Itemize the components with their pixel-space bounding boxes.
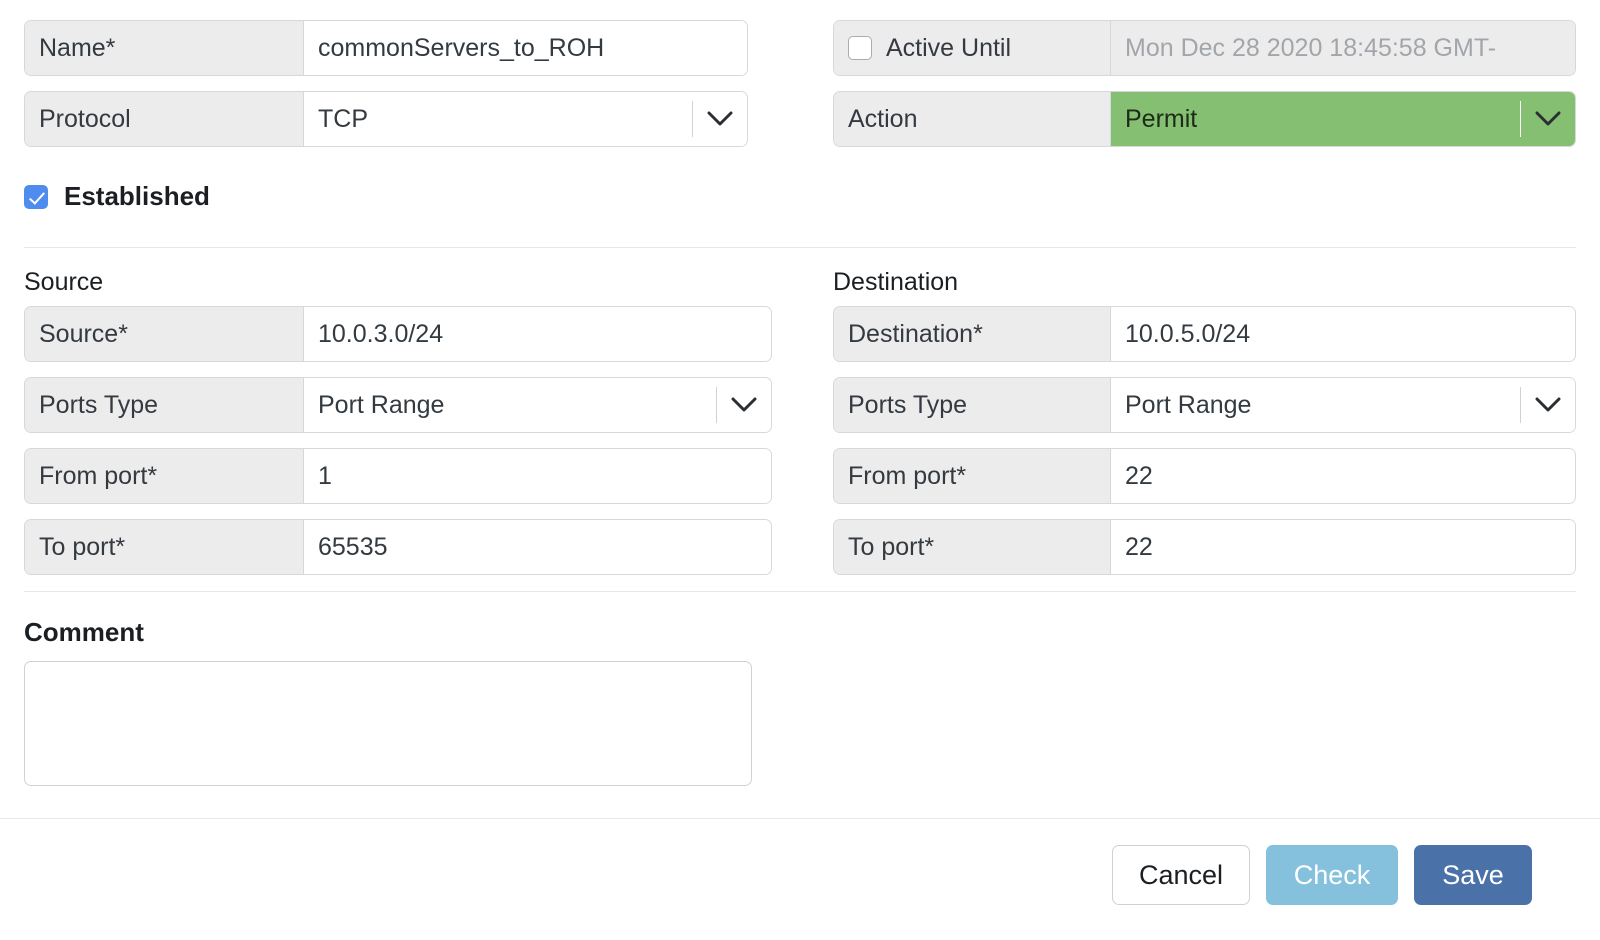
field-source-ports-type-select[interactable]: Port Range (304, 378, 771, 432)
section-divider-top (24, 247, 1576, 248)
field-established-label: Established (64, 181, 210, 212)
field-protocol-select[interactable]: TCP (304, 92, 747, 146)
destination-section-title: Destination (833, 268, 958, 297)
field-name-label: Name* (25, 21, 304, 75)
section-divider-middle (24, 591, 1576, 592)
source-fields: Source* 10.0.3.0/24 Ports Type Port Rang… (24, 306, 772, 590)
field-active-until-label-text: Active Until (886, 34, 1011, 63)
field-action-select[interactable]: Permit (1111, 92, 1575, 146)
field-source-from-port-label: From port* (25, 449, 304, 503)
field-protocol[interactable]: Protocol TCP (24, 91, 748, 147)
source-section-title: Source (24, 268, 103, 297)
field-source-address[interactable]: Source* 10.0.3.0/24 (24, 306, 772, 362)
comment-textarea[interactable] (24, 661, 752, 786)
field-source-to-port-input[interactable]: 65535 (304, 520, 771, 574)
field-active-until[interactable]: Active Until Mon Dec 28 2020 18:45:58 GM… (833, 20, 1576, 76)
field-destination-to-port[interactable]: To port* 22 (833, 519, 1576, 575)
field-source-from-port[interactable]: From port* 1 (24, 448, 772, 504)
field-protocol-value: TCP (304, 105, 692, 134)
field-action-label: Action (834, 92, 1111, 146)
field-active-until-input[interactable]: Mon Dec 28 2020 18:45:58 GMT- (1111, 21, 1575, 75)
field-destination-address-input[interactable]: 10.0.5.0/24 (1111, 307, 1575, 361)
check-button[interactable]: Check (1266, 845, 1398, 905)
field-destination-to-port-label: To port* (834, 520, 1111, 574)
destination-fields: Destination* 10.0.5.0/24 Ports Type Port… (833, 306, 1576, 590)
chevron-down-icon[interactable] (693, 111, 747, 127)
field-source-address-input[interactable]: 10.0.3.0/24 (304, 307, 771, 361)
field-source-from-port-input[interactable]: 1 (304, 449, 771, 503)
field-source-to-port-label: To port* (25, 520, 304, 574)
cancel-button[interactable]: Cancel (1112, 845, 1250, 905)
footer-divider (0, 818, 1600, 819)
field-destination-ports-type-label: Ports Type (834, 378, 1111, 432)
field-name[interactable]: Name* commonServers_to_ROH (24, 20, 748, 76)
field-active-until-label: Active Until (834, 21, 1111, 75)
field-destination-from-port-label: From port* (834, 449, 1111, 503)
field-name-input[interactable]: commonServers_to_ROH (304, 21, 747, 75)
field-action[interactable]: Action Permit (833, 91, 1576, 147)
field-source-address-label: Source* (25, 307, 304, 361)
field-source-ports-type[interactable]: Ports Type Port Range (24, 377, 772, 433)
footer-actions: Cancel Check Save (1112, 845, 1532, 905)
field-destination-address-label: Destination* (834, 307, 1111, 361)
field-destination-address[interactable]: Destination* 10.0.5.0/24 (833, 306, 1576, 362)
chevron-down-icon[interactable] (1521, 111, 1575, 127)
field-destination-from-port-input[interactable]: 22 (1111, 449, 1575, 503)
field-source-ports-type-value: Port Range (304, 391, 716, 420)
field-destination-ports-type-select[interactable]: Port Range (1111, 378, 1575, 432)
field-destination-from-port[interactable]: From port* 22 (833, 448, 1576, 504)
field-source-to-port[interactable]: To port* 65535 (24, 519, 772, 575)
rule-editor-page: Name* commonServers_to_ROH Protocol TCP … (0, 0, 1600, 940)
chevron-down-icon[interactable] (1521, 397, 1575, 413)
field-protocol-label: Protocol (25, 92, 304, 146)
comment-label: Comment (24, 617, 144, 648)
chevron-down-icon[interactable] (717, 397, 771, 413)
field-destination-ports-type-value: Port Range (1111, 391, 1520, 420)
checkbox-checked-icon[interactable] (24, 185, 48, 209)
save-button[interactable]: Save (1414, 845, 1532, 905)
checkbox-unchecked-icon[interactable] (848, 36, 872, 60)
field-established[interactable]: Established (24, 181, 210, 212)
field-destination-ports-type[interactable]: Ports Type Port Range (833, 377, 1576, 433)
field-source-ports-type-label: Ports Type (25, 378, 304, 432)
field-action-value: Permit (1111, 105, 1520, 134)
field-destination-to-port-input[interactable]: 22 (1111, 520, 1575, 574)
